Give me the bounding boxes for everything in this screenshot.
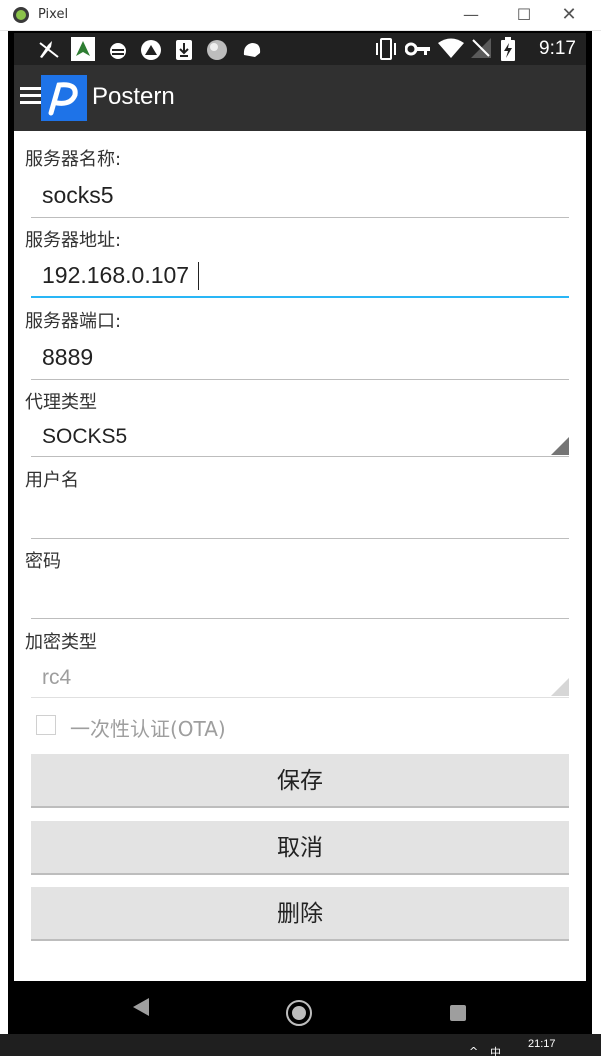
app-title: Postern [92, 83, 175, 110]
proxy-type-label: 代理类型 [25, 392, 97, 413]
dropdown-arrow-icon [551, 678, 569, 696]
home-icon[interactable] [286, 1000, 312, 1026]
download-icon [176, 40, 192, 60]
ota-label: 一次性认证(OTA) [70, 717, 226, 741]
status-clock: 9:17 [539, 38, 576, 59]
encryption-type-dropdown[interactable]: rc4 [31, 658, 569, 698]
steering-icon [141, 40, 161, 60]
app-toolbar: Postern [14, 65, 586, 131]
window-title: Pixel [38, 7, 69, 22]
android-emulator-icon [13, 7, 29, 23]
proxy-type-value: SOCKS5 [42, 425, 128, 448]
nav-app-icon [71, 37, 95, 61]
back-icon[interactable] [133, 998, 149, 1016]
rocket-icon [39, 41, 59, 58]
ota-checkbox[interactable] [36, 715, 56, 735]
server-address-field[interactable]: 192.168.0.107 [31, 254, 569, 298]
minimize-button[interactable]: — [451, 4, 491, 26]
tray-expand-icon[interactable]: ^ [469, 1045, 478, 1058]
vibrate-icon [376, 38, 396, 60]
save-button[interactable]: 保存 [31, 754, 569, 808]
no-signal-icon [471, 38, 491, 58]
maximize-button[interactable]: ☐ [504, 4, 544, 26]
key-icon [405, 42, 430, 56]
username-label: 用户名 [25, 470, 79, 491]
server-address-label: 服务器地址: [25, 230, 122, 251]
encryption-type-label: 加密类型 [25, 632, 97, 653]
android-status-bar: 9:17 [14, 33, 586, 65]
server-port-value: 8889 [42, 344, 94, 370]
server-name-label: 服务器名称: [25, 149, 122, 170]
postern-logo-icon [41, 75, 87, 121]
emulator-window: Pixel — ☐ ✕ 9:17 Postern 服务器名称: socks5 服… [0, 0, 601, 1034]
text-cursor [198, 262, 199, 290]
sphere-icon [207, 40, 227, 60]
server-name-field[interactable]: socks5 [31, 174, 569, 218]
proxy-type-dropdown[interactable]: SOCKS5 [31, 417, 569, 457]
delete-button[interactable]: 删除 [31, 887, 569, 941]
server-port-label: 服务器端口: [25, 311, 122, 332]
wifi-icon [438, 38, 464, 58]
encryption-type-value: rc4 [42, 666, 72, 689]
dropdown-arrow-icon [551, 437, 569, 455]
ime-indicator[interactable]: 中 [490, 1044, 501, 1060]
server-port-field[interactable]: 8889 [31, 336, 569, 380]
server-name-value: socks5 [42, 182, 114, 208]
proxy-edit-form: 服务器名称: socks5 服务器地址: 192.168.0.107 服务器端口… [14, 131, 586, 981]
android-navigation-bar [14, 981, 586, 1034]
server-address-value: 192.168.0.107 [42, 262, 190, 288]
close-button[interactable]: ✕ [549, 4, 589, 26]
hamburger-menu-icon[interactable] [20, 87, 42, 109]
password-field[interactable] [31, 575, 569, 619]
battery-charging-icon [501, 37, 515, 61]
recents-icon[interactable] [450, 1005, 466, 1021]
username-field[interactable] [31, 495, 569, 539]
taskbar-clock[interactable]: 21:17 [528, 1038, 556, 1050]
notification-icon [243, 43, 261, 57]
desktop-taskbar: ^ 中 21:17 [0, 1034, 601, 1059]
android-debug-icon [110, 43, 126, 59]
cancel-button[interactable]: 取消 [31, 821, 569, 875]
window-titlebar: Pixel — ☐ ✕ [0, 0, 601, 31]
password-label: 密码 [25, 551, 61, 572]
